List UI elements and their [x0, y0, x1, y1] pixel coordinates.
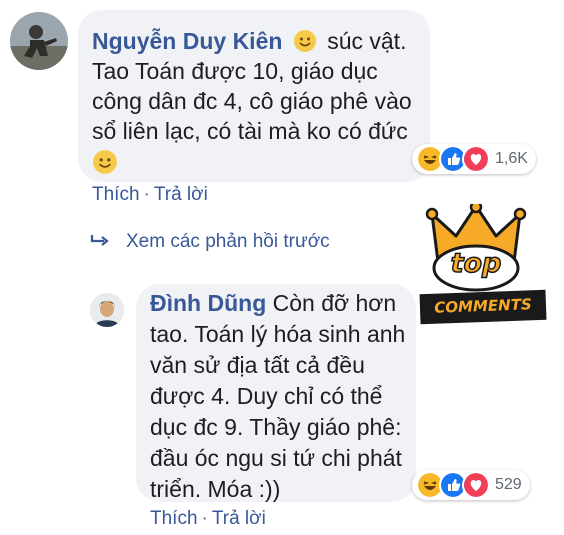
comment-actions: Thích · Trả lời: [92, 184, 208, 206]
separator: ·: [143, 184, 150, 205]
reaction-count: 529: [495, 476, 522, 493]
reply-text-line: Còn đỡ hơn: [272, 290, 397, 316]
view-previous-replies-link[interactable]: Xem các phản hồi trước: [90, 231, 330, 253]
reply-link[interactable]: Trả lời: [212, 508, 266, 529]
avatar-photo: [90, 293, 124, 327]
comment-text: Nguyễn Duy Kiên súc vật. Tao Toán được 1…: [92, 26, 422, 178]
reply-text-line: văn sử địa tất cả đều: [150, 352, 365, 378]
reply-actions: Thích · Trả lời: [150, 508, 266, 530]
smiley-emoji-icon: [293, 30, 316, 52]
reply-author-avatar[interactable]: [90, 293, 124, 327]
reply-text-line: dục đc 9. Thầy giáo phê:: [150, 414, 402, 440]
reaction-summary[interactable]: 529: [412, 470, 530, 500]
badge-top-label: top: [450, 247, 502, 280]
view-previous-replies-label: Xem các phản hồi trước: [126, 231, 330, 252]
avatar-photo: [10, 12, 68, 70]
comment-text-line: Tao Toán được 10, giáo dục: [92, 58, 378, 84]
comment-text-line: công dân đc 4, cô giáo phê vào: [92, 88, 412, 114]
reply-text-line: triển. Móa :)): [150, 476, 281, 502]
comment-author-name[interactable]: Nguyễn Duy Kiên: [92, 28, 282, 54]
smiley-emoji-icon: [93, 150, 117, 174]
comment-text-line: súc vật.: [327, 28, 407, 54]
comment-text-line: sổ liên lạc, có tài mà ko có đức: [92, 118, 408, 144]
like-link[interactable]: Thích: [92, 184, 140, 205]
reaction-summary[interactable]: 1,6K: [412, 144, 536, 174]
reply-text: Đình Dũng Còn đỡ hơn tao. Toán lý hóa si…: [150, 288, 412, 505]
reply-text-line: đầu óc ngu si tứ chi phát: [150, 445, 402, 471]
love-reaction-icon: [462, 145, 490, 173]
separator: ·: [201, 508, 208, 529]
reply-author-name[interactable]: Đình Dũng: [150, 290, 266, 316]
top-comments-badge: top COMMENTS: [416, 204, 550, 330]
commenter-avatar[interactable]: [10, 12, 68, 70]
love-reaction-icon: [462, 471, 490, 499]
reply-text-line: được 4. Duy chỉ có thể: [150, 383, 383, 409]
reply-text-line: tao. Toán lý hóa sinh anh: [150, 321, 406, 347]
reply-link[interactable]: Trả lời: [154, 184, 208, 205]
like-link[interactable]: Thích: [150, 508, 198, 529]
reply-arrow-icon: [90, 231, 110, 252]
reaction-count: 1,6K: [495, 150, 528, 167]
